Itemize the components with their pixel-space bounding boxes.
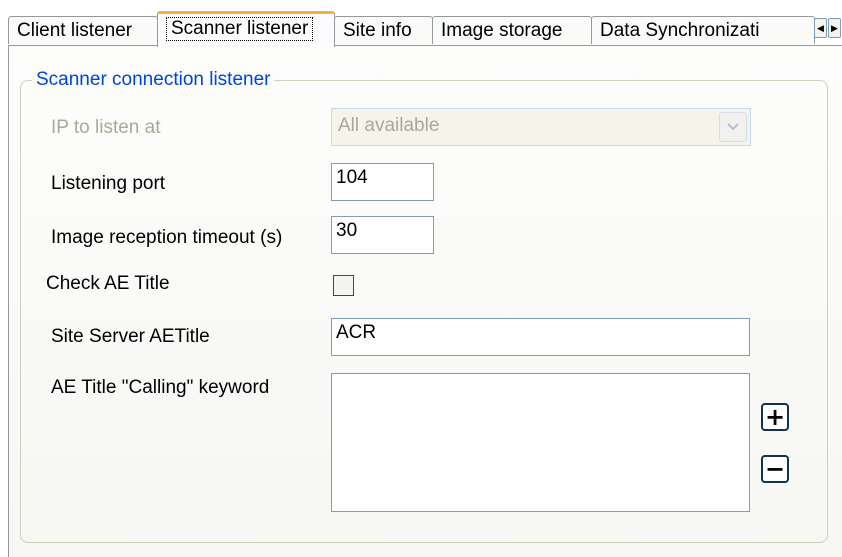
tab-label: Image storage [441, 20, 563, 41]
ip-select[interactable]: All available [331, 108, 751, 146]
calling-keyword-label: AE Title "Calling" keyword [51, 377, 270, 398]
plus-icon: + [764, 403, 786, 431]
tab-image-storage[interactable]: Image storage [432, 16, 592, 44]
tab-label: Scanner listener [166, 17, 314, 41]
tab-site-info[interactable]: Site info [334, 16, 433, 44]
timeout-input[interactable]: 30 [331, 216, 434, 254]
timeout-label: Image reception timeout (s) [51, 227, 283, 248]
port-label: Listening port [51, 173, 166, 194]
tab-label: Client listener [17, 20, 133, 41]
tab-strip: Client listener Scanner listener Site in… [0, 0, 842, 47]
tab-scanner-listener[interactable]: Scanner listener [157, 11, 335, 47]
tab-label: Site info [343, 20, 412, 41]
ip-label: IP to listen at [51, 117, 161, 138]
remove-keyword-button[interactable]: − [761, 455, 789, 483]
tab-label: Data Synchronizati [600, 20, 760, 41]
chevron-down-icon[interactable] [719, 112, 747, 142]
tab-scroll-right-icon[interactable]: ▶ [828, 18, 841, 38]
calling-keyword-list[interactable] [331, 373, 750, 512]
site-server-aetitle-input[interactable]: ACR [331, 318, 750, 356]
groupbox-legend: Scanner connection listener [32, 68, 275, 92]
minus-icon: − [764, 455, 786, 483]
ip-select-value: All available [338, 115, 440, 136]
check-ae-title-checkbox[interactable] [333, 275, 354, 296]
add-keyword-button[interactable]: + [761, 403, 789, 431]
tab-scroll-left-icon[interactable]: ◀ [814, 18, 827, 38]
check-ae-title-label: Check AE Title [46, 273, 170, 294]
port-input[interactable]: 104 [331, 163, 434, 201]
tab-client-listener[interactable]: Client listener [8, 16, 158, 44]
tab-scroll-buttons: ◀ ▶ [814, 18, 842, 38]
tab-data-synchronization[interactable]: Data Synchronizati [591, 16, 815, 44]
site-server-aetitle-label: Site Server AETitle [51, 326, 210, 347]
